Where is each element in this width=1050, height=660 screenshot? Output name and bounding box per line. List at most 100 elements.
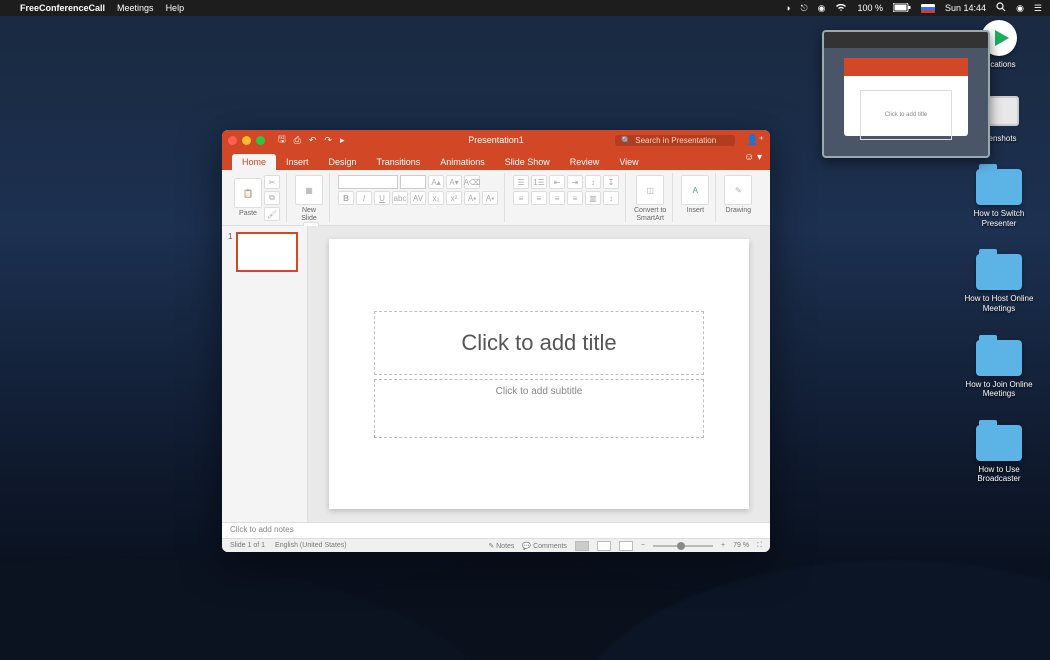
folder-icon xyxy=(976,254,1022,290)
zoom-in-button[interactable]: + xyxy=(721,542,725,549)
notification-center-icon[interactable]: ☰ xyxy=(1034,3,1042,14)
window-thumbnail[interactable]: Click to add title xyxy=(822,30,990,158)
siri-icon[interactable]: ◉ xyxy=(1016,3,1024,14)
align-left-button[interactable]: ≡ xyxy=(513,191,529,205)
decrease-font-button[interactable]: A▾ xyxy=(446,175,462,189)
align-right-button[interactable]: ≡ xyxy=(549,191,565,205)
qat-save-icon[interactable]: 🖫 xyxy=(278,132,286,148)
thumbnail-slide: Click to add title xyxy=(860,90,952,140)
cut-button[interactable]: ✂ xyxy=(264,175,280,189)
slide-thumbnails-panel: 1 xyxy=(222,226,308,522)
status-icon-1[interactable]: ◑ xyxy=(785,3,790,13)
qat-print-icon[interactable]: ⎙ xyxy=(294,135,301,146)
text-direction-button[interactable]: ↧ xyxy=(603,175,619,189)
subscript-button[interactable]: x₂ xyxy=(428,191,444,205)
menubar-item-help[interactable]: Help xyxy=(166,3,185,13)
tab-design[interactable]: Design xyxy=(319,154,367,170)
inc-indent-button[interactable]: ⇥ xyxy=(567,175,583,189)
shadow-button[interactable]: AV xyxy=(410,191,426,205)
increase-font-button[interactable]: A▴ xyxy=(428,175,444,189)
spotlight-icon[interactable] xyxy=(996,2,1006,14)
menubar-clock[interactable]: Sun 14:44 xyxy=(945,3,986,13)
insert-button[interactable]: A xyxy=(681,175,709,205)
align-center-button[interactable]: ≡ xyxy=(531,191,547,205)
close-window-button[interactable] xyxy=(228,136,237,145)
notes-pane[interactable]: Click to add notes xyxy=(222,522,770,538)
numbering-button[interactable]: 1☰ xyxy=(531,175,547,189)
ribbon-group-paragraph: ☰ 1☰ ⇤ ⇥ ↕ ↧ ≡ ≡ ≡ ≡ ▥ ↕ xyxy=(507,173,626,222)
desktop-folder[interactable]: How to Use Broadcaster xyxy=(960,425,1038,484)
tab-view[interactable]: View xyxy=(609,154,648,170)
format-painter-button[interactable]: 🖌 xyxy=(264,207,280,221)
fit-window-button[interactable]: ⛶ xyxy=(757,542,762,550)
new-slide-button[interactable]: ▦ xyxy=(295,175,323,205)
qat-play-icon[interactable]: ▸ xyxy=(340,135,345,146)
zoom-percent[interactable]: 79 % xyxy=(733,542,749,549)
bullets-button[interactable]: ☰ xyxy=(513,175,529,189)
feedback-smiley-icon[interactable]: ☺ ▾ xyxy=(744,152,762,163)
slide-canvas[interactable]: Click to add title Click to add subtitle xyxy=(308,226,770,522)
tab-slideshow[interactable]: Slide Show xyxy=(495,154,560,170)
search-icon: 🔍 xyxy=(621,136,631,145)
menubar-app-name[interactable]: FreeConferenceCall xyxy=(20,3,105,13)
align-text-button[interactable]: ↕ xyxy=(603,191,619,205)
smartart-button[interactable]: ◫ xyxy=(636,175,664,205)
justify-button[interactable]: ≡ xyxy=(567,191,583,205)
drawing-button[interactable]: ✎ xyxy=(724,175,752,205)
clear-format-button[interactable]: A⌫ xyxy=(464,175,480,189)
zoom-slider[interactable] xyxy=(653,545,713,547)
sorter-view-button[interactable] xyxy=(597,541,611,551)
font-color-button[interactable]: A▪ xyxy=(464,191,480,205)
search-field[interactable]: 🔍 Search in Presentation xyxy=(615,135,735,146)
battery-icon xyxy=(893,3,911,14)
line-spacing-button[interactable]: ↕ xyxy=(585,175,601,189)
desktop-folder[interactable]: How to Host Online Meetings xyxy=(960,254,1038,313)
font-family-select[interactable] xyxy=(338,175,398,189)
tab-transitions[interactable]: Transitions xyxy=(367,154,431,170)
dec-indent-button[interactable]: ⇤ xyxy=(549,175,565,189)
window-titlebar: 🖫 ⎙ ↶ ↷ ▸ Presentation1 🔍 Search in Pres… xyxy=(222,130,770,150)
tab-home[interactable]: Home xyxy=(232,154,276,170)
normal-view-button[interactable] xyxy=(575,541,589,551)
reading-view-button[interactable] xyxy=(619,541,633,551)
ribbon-group-font: A▴ A▾ A⌫ B I U abc AV x₂ x² A▪ A▪ xyxy=(332,173,505,222)
share-button[interactable]: 👤⁺ xyxy=(746,135,764,146)
desktop-folder[interactable]: How to Join Online Meetings xyxy=(960,340,1038,399)
powerpoint-window: 🖫 ⎙ ↶ ↷ ▸ Presentation1 🔍 Search in Pres… xyxy=(222,130,770,552)
status-comments-button[interactable]: 💬 Comments xyxy=(522,542,567,550)
highlight-button[interactable]: A▪ xyxy=(482,191,498,205)
tab-review[interactable]: Review xyxy=(560,154,610,170)
tab-insert[interactable]: Insert xyxy=(276,154,319,170)
title-placeholder[interactable]: Click to add title xyxy=(374,311,704,375)
status-bar: Slide 1 of 1 English (United States) ✎ N… xyxy=(222,538,770,552)
strike-button[interactable]: abc xyxy=(392,191,408,205)
qat-undo-icon[interactable]: ↶ xyxy=(309,135,317,146)
slide-thumbnail-1[interactable] xyxy=(236,232,298,272)
ribbon-home: 📋 Paste ✂ ⧉ 🖌 ▦ New Slide ▤ ↺ ▭ xyxy=(222,170,770,226)
thumbnail-number: 1 xyxy=(228,232,232,241)
paste-button[interactable]: 📋 xyxy=(234,178,262,208)
status-notes-button[interactable]: ✎ Notes xyxy=(488,542,514,550)
qat-redo-icon[interactable]: ↷ xyxy=(324,135,332,146)
tab-animations[interactable]: Animations xyxy=(430,154,495,170)
minimize-window-button[interactable] xyxy=(242,136,251,145)
menubar-item-meetings[interactable]: Meetings xyxy=(117,3,154,13)
subtitle-placeholder[interactable]: Click to add subtitle xyxy=(374,379,704,438)
superscript-button[interactable]: x² xyxy=(446,191,462,205)
columns-button[interactable]: ▥ xyxy=(585,191,601,205)
input-source-flag-icon[interactable] xyxy=(921,4,935,13)
bold-button[interactable]: B xyxy=(338,191,354,205)
status-slide-count: Slide 1 of 1 xyxy=(230,542,265,549)
copy-button[interactable]: ⧉ xyxy=(264,191,280,205)
maximize-window-button[interactable] xyxy=(256,136,265,145)
ribbon-group-drawing: ✎ Drawing xyxy=(718,173,758,222)
zoom-out-button[interactable]: − xyxy=(641,542,645,549)
status-language[interactable]: English (United States) xyxy=(275,542,347,549)
status-icon-2[interactable]: ⎋ xyxy=(801,3,808,14)
status-icon-cc[interactable]: ◉ xyxy=(818,3,826,14)
font-size-select[interactable] xyxy=(400,175,426,189)
desktop-folder[interactable]: How to Switch Presenter xyxy=(960,169,1038,228)
wifi-icon[interactable] xyxy=(835,3,847,14)
underline-button[interactable]: U xyxy=(374,191,390,205)
italic-button[interactable]: I xyxy=(356,191,372,205)
